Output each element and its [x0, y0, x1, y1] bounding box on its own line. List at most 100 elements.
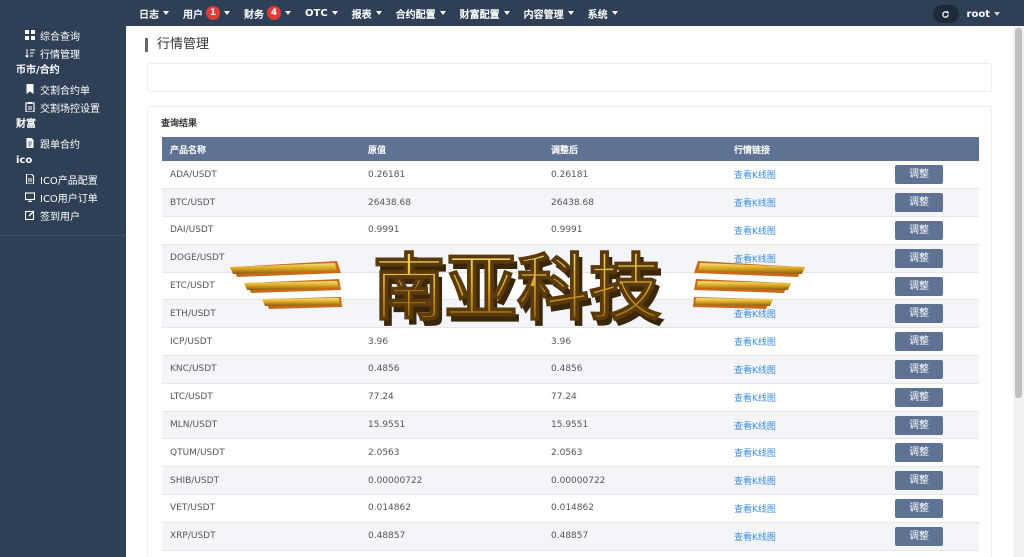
original-value-cell [360, 272, 543, 301]
monitor-icon [24, 192, 35, 203]
chevron-down-icon [439, 11, 446, 15]
col-header-link: 行情链接 [726, 137, 887, 161]
sidebar-group-ico: ico [16, 155, 33, 166]
kline-link[interactable]: 查看K线图 [734, 366, 776, 376]
adjust-button[interactable]: 调整 [895, 193, 943, 213]
nav-content[interactable]: 内容管理 [524, 6, 574, 21]
adjust-button[interactable]: 调整 [895, 498, 943, 518]
product-name-cell: ETC/USDT [162, 272, 360, 301]
sidebar-item-follow-order[interactable]: 跟单合约 [0, 134, 126, 152]
chevron-down-icon [224, 11, 230, 15]
adjust-button[interactable]: 调整 [895, 443, 943, 463]
adjusted-value-cell [543, 299, 726, 329]
nav-otc[interactable]: OTC [305, 8, 338, 19]
kline-link[interactable]: 查看K线图 [734, 171, 776, 181]
nav-log-label: 日志 [139, 9, 159, 21]
users-count-badge: 1 [206, 6, 220, 20]
original-value-cell [360, 244, 543, 273]
nav-log[interactable]: 日志 [139, 6, 169, 21]
nav-system[interactable]: 系统 [588, 6, 618, 21]
nav-contract-config[interactable]: 合约配置 [396, 6, 446, 21]
kline-link[interactable]: 查看K线图 [734, 283, 776, 293]
kline-link[interactable]: 查看K线图 [734, 533, 776, 543]
kline-link[interactable]: 查看K线图 [734, 394, 776, 404]
adjusted-value-cell: 77.24 [543, 383, 726, 412]
adjust-button-cell: 调整 [887, 299, 979, 329]
adjust-button[interactable]: 调整 [895, 415, 943, 435]
product-name: ETH/USDT [170, 308, 216, 319]
product-name: ETC/USDT [170, 281, 215, 292]
kline-link[interactable]: 查看K线图 [734, 477, 776, 487]
adjust-button[interactable]: 调整 [895, 248, 943, 268]
adjust-button[interactable]: 调整 [895, 332, 943, 352]
adjust-button[interactable]: 调整 [895, 304, 943, 324]
sidebar-item-signin-users[interactable]: 签到用户 [0, 206, 126, 224]
adjusted-value-cell [543, 244, 726, 273]
avatar[interactable] [932, 5, 959, 23]
sidebar-item-market[interactable]: 行情管理 [0, 44, 126, 62]
sidebar-group-contract: 币市/合约 [16, 65, 60, 76]
adjust-button[interactable]: 调整 [895, 165, 943, 185]
user-menu[interactable]: root [932, 5, 1000, 23]
original-value-cell: 0.014862 [360, 494, 543, 523]
adjust-button[interactable]: 调整 [895, 526, 943, 546]
sidebar-item-label: 行情管理 [40, 49, 80, 61]
kline-link[interactable]: 查看K线图 [734, 422, 776, 432]
kline-link-cell: 查看K线图 [726, 216, 887, 245]
table-row: ICP/USDT 3.96 3.96 查看K线图 调整 [162, 327, 979, 357]
main-content: 行情管理 查询结果 产品名称 原值 调整后 行情链接 ADA/USDT 0.261… [126, 26, 1013, 557]
kline-link-cell: 查看K线图 [726, 438, 887, 468]
nav-system-label: 系统 [587, 9, 608, 21]
kline-link[interactable]: 查看K线图 [734, 505, 776, 515]
adjusted-value: 0.9991 [551, 225, 583, 236]
adjust-button-cell: 调整 [887, 522, 979, 551]
kline-link[interactable]: 查看K线图 [734, 227, 776, 237]
product-name-cell: DOGE/USDT [162, 244, 360, 273]
sidebar-item-ico-orders[interactable]: ICO用户订单 [0, 188, 126, 206]
sidebar-item-overview[interactable]: 综合查询 [0, 26, 126, 44]
kline-link[interactable]: 查看K线图 [734, 310, 776, 320]
adjust-button[interactable]: 调整 [895, 387, 943, 407]
col-header-adjusted: 调整后 [543, 137, 726, 161]
sidebar-item-trade-orders[interactable]: 交割合约单 [0, 80, 126, 98]
kline-link[interactable]: 查看K线图 [734, 338, 776, 348]
adjusted-value-cell: 0.4856 [543, 355, 726, 384]
chevron-down-icon [503, 11, 510, 15]
scrollbar-thumb[interactable] [1015, 28, 1022, 398]
kline-link[interactable]: 查看K线图 [734, 199, 776, 209]
table-row: XRP/USDT 0.48857 0.48857 查看K线图 调整 [162, 522, 979, 551]
nav-wealth-config[interactable]: 财富配置 [460, 6, 510, 21]
chevron-down-icon [331, 11, 338, 15]
adjusted-value: 0.26181 [551, 169, 589, 180]
adjusted-value: 0.00000722 [551, 475, 606, 486]
sidebar-item-ico-config[interactable]: ICO产品配置 [0, 170, 126, 188]
adjusted-value: 77.24 [551, 392, 577, 403]
original-value-cell: 3.96 [360, 327, 543, 357]
bookmark-icon [24, 84, 35, 95]
kline-link-cell: 查看K线图 [726, 355, 887, 384]
nav-contract-config-label: 合约配置 [395, 9, 436, 21]
nav-finance[interactable]: 财务 4 [244, 6, 291, 21]
product-name-cell: XRP/USDT [162, 522, 360, 551]
original-value-cell: 0.48857 [360, 522, 543, 551]
original-value: 77.24 [368, 392, 394, 403]
adjust-button[interactable]: 调整 [895, 276, 943, 296]
adjust-button[interactable]: 调整 [895, 359, 943, 379]
page-scrollbar[interactable] [1013, 26, 1024, 557]
kline-link-cell: 查看K线图 [726, 161, 887, 190]
adjust-button[interactable]: 调整 [895, 471, 943, 491]
nav-reports[interactable]: 报表 [352, 6, 382, 21]
adjust-button[interactable]: 调整 [895, 220, 943, 240]
original-value-cell: 2.0563 [360, 438, 543, 468]
product-name-cell: QTUM/USDT [162, 438, 360, 468]
kline-link[interactable]: 查看K线图 [734, 255, 776, 265]
refresh-icon [942, 10, 950, 18]
sidebar-item-trade-control[interactable]: 交割场控设置 [0, 98, 126, 116]
adjusted-value-cell: 0.48857 [543, 522, 726, 551]
kline-link[interactable]: 查看K线图 [734, 449, 776, 459]
original-value: 0.26181 [368, 169, 406, 180]
nav-users[interactable]: 用户 1 [183, 6, 230, 21]
adjusted-value: 0.014862 [551, 503, 594, 514]
original-value: 0.014862 [368, 503, 411, 514]
product-name-cell: VET/USDT [162, 494, 360, 523]
